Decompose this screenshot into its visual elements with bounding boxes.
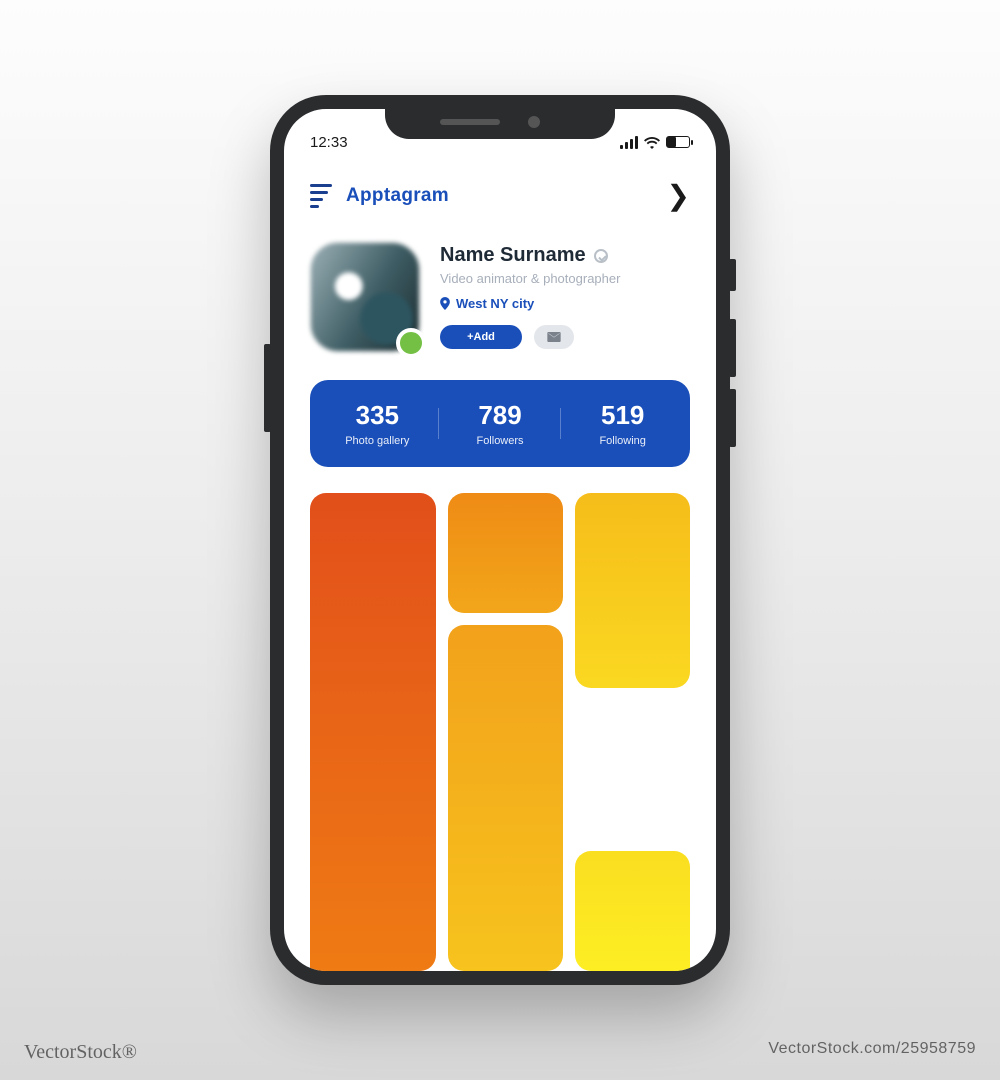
avatar[interactable] [310,242,420,352]
profile-subtitle: Video animator & photographer [440,271,690,286]
add-button[interactable]: +Add [440,325,522,349]
profile-location: West NY city [440,296,690,311]
stat-label: Photo gallery [316,435,439,447]
cellular-icon [620,136,638,149]
stat-value: 519 [561,400,684,431]
verified-icon [594,249,608,263]
app-title: Apptagram [346,185,449,207]
gallery-tile[interactable] [310,493,436,971]
stat-label: Followers [439,435,562,447]
watermark-right: VectorStock.com/25958759 [768,1040,976,1058]
device-notch [385,107,615,139]
phone-frame: 12:33 Apptagram ❯ Name Surname [270,95,730,985]
device-power-button [264,344,271,432]
profile-location-text: West NY city [456,296,534,311]
gallery-tile[interactable] [448,625,563,971]
mail-icon [547,332,561,342]
stat-followers[interactable]: 789 Followers [439,400,562,447]
app-bar: Apptagram ❯ [310,179,690,212]
profile-actions: +Add [440,325,690,349]
status-time: 12:33 [310,134,348,151]
gallery-tile[interactable] [575,851,690,971]
gallery-tile[interactable] [448,493,563,613]
stats-card: 335 Photo gallery 789 Followers 519 Foll… [310,380,690,467]
pin-icon [440,297,450,310]
profile-name-row: Name Surname [440,244,690,267]
stat-value: 789 [439,400,562,431]
stat-value: 335 [316,400,439,431]
screen: 12:33 Apptagram ❯ Name Surname [284,109,716,971]
stat-following[interactable]: 519 Following [561,400,684,447]
watermark-left: VectorStock® [24,1041,137,1064]
device-volume-down [729,389,736,447]
stat-label: Following [561,435,684,447]
profile-name: Name Surname [440,244,586,267]
presence-indicator [396,328,426,358]
chevron-right-icon[interactable]: ❯ [667,179,690,212]
device-mute-switch [729,259,736,291]
menu-icon[interactable] [310,184,332,208]
profile-info: Name Surname Video animator & photograph… [440,242,690,352]
battery-icon [666,136,690,148]
stat-photos[interactable]: 335 Photo gallery [316,400,439,447]
photo-gallery [310,493,690,971]
gallery-tile[interactable] [575,493,690,688]
profile-section: Name Surname Video animator & photograph… [310,242,690,352]
message-button[interactable] [534,325,574,349]
status-right [620,136,690,149]
device-volume-up [729,319,736,377]
wifi-icon [644,136,660,148]
